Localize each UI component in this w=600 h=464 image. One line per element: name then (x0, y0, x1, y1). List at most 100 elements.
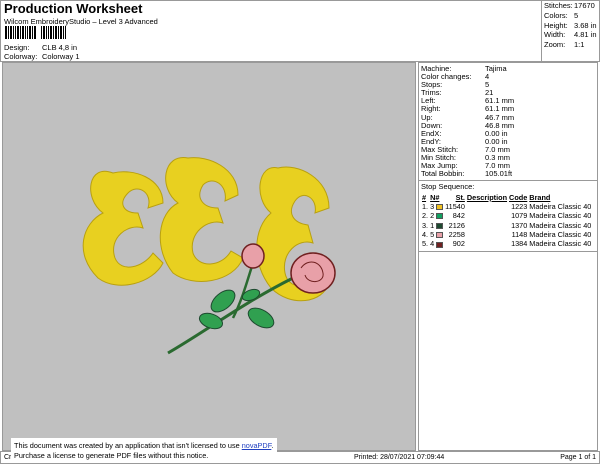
thread-code: 1384 (511, 239, 528, 249)
stop-sequence-title: Stop Sequence: (419, 180, 597, 192)
stat-row: Height: 3.68 in (542, 21, 599, 31)
barcode-bar (65, 26, 66, 39)
column-header: N# (430, 192, 440, 202)
stitch-count: 842 (452, 211, 465, 221)
barcode-bar (13, 26, 14, 39)
thread-brand: Madeira Classic 40 (529, 211, 592, 221)
properties-list: Machine: Tajima Color changes: 4 Stops: 5 Trim… (419, 63, 597, 178)
description (466, 239, 508, 248)
stop-sequence-table: # N# St. Description Code Brand 1. 3 11540 1223 M… (421, 192, 592, 249)
stitch-count: 11540 (445, 201, 465, 211)
description (466, 230, 508, 239)
barcode-bar (25, 26, 26, 39)
barcode-bar (41, 26, 42, 39)
stat-value: 4.81 in (574, 30, 597, 40)
stat-row: Zoom: 1:1 (542, 40, 599, 50)
stat-row: Stitches: 17670 (542, 1, 599, 11)
barcode-bar (55, 26, 57, 39)
barcode (5, 26, 95, 40)
color-swatch (436, 213, 444, 220)
property-label: Total Bobbin: (421, 169, 465, 179)
barcode-bar (37, 26, 40, 39)
stat-label: Zoom: (544, 40, 566, 50)
barcode-bar (27, 26, 28, 39)
column-header: Description (466, 192, 508, 202)
row-number: 5. (422, 239, 429, 249)
barcode-bar (32, 26, 33, 39)
barcode-bar (29, 26, 31, 39)
table-row[interactable]: 4. 5 2258 1148 Madeira Classic 40 (421, 230, 592, 239)
property-row: Stops: 5 (419, 81, 597, 89)
design-label: Design: (4, 43, 30, 52)
description (466, 220, 508, 229)
barcode-bar (43, 26, 45, 39)
description (466, 202, 508, 211)
property-row: Down: 46.8 mm (419, 121, 597, 130)
software-name: Wilcom EmbroideryStudio – Level 3 Advanc… (4, 17, 158, 26)
printed-date: Printed: 28/07/2021 07:09:44 (354, 454, 445, 461)
stat-value: 5 (574, 10, 579, 20)
stitch-count: 2258 (448, 230, 465, 240)
notice-text-2: Purchase a license to generate PDF files… (14, 450, 209, 460)
notice-text: This document was created by an applicat… (14, 441, 242, 450)
colorway-row: Colorway: Colorway 1 (4, 52, 80, 61)
stat-label: Colors: (544, 10, 568, 20)
stat-label: Height: (544, 20, 568, 30)
column-header: St. (455, 192, 465, 202)
color-swatch (436, 232, 444, 239)
table-row[interactable]: 1. 3 11540 1223 Madeira Classic 40 (421, 202, 592, 211)
design-row: Design: CLB 4,8 in (4, 43, 77, 52)
barcode-bar (17, 26, 19, 39)
column-header: # (422, 192, 427, 202)
thread-brand: Madeira Classic 40 (529, 201, 592, 211)
thread-brand: Madeira Classic 40 (529, 239, 592, 249)
barcode-bar (10, 26, 12, 39)
color-swatch (436, 222, 444, 229)
table-row[interactable]: 2. 2 842 1079 Madeira Classic 40 (421, 211, 592, 220)
stat-row: Width: 4.81 in (542, 30, 599, 40)
row-number: 4. (422, 230, 429, 240)
thread-brand: Madeira Classic 40 (529, 220, 592, 230)
thread-brand: Madeira Classic 40 (529, 230, 592, 240)
row-number: 2. (422, 211, 429, 221)
barcode-bar (5, 26, 7, 39)
license-notice: This document was created by an applicat… (11, 438, 277, 463)
colorway-value: Colorway 1 (42, 52, 80, 61)
embroidery-design (82, 157, 336, 355)
properties-panel: Machine: Tajima Color changes: 4 Stops: 5 Trim… (418, 62, 598, 451)
notice-period: . (271, 441, 274, 450)
barcode-bar (22, 26, 24, 39)
barcode-bar (20, 26, 21, 39)
column-header: Code (509, 192, 528, 202)
stat-label: Stitches: (544, 1, 573, 10)
thread-code: 1148 (511, 230, 528, 240)
thread-code: 1370 (511, 220, 528, 230)
description (466, 211, 508, 220)
barcode-bar (48, 26, 49, 39)
page-title: Production Worksheet (4, 1, 143, 16)
stitch-count: 902 (452, 239, 465, 249)
property-row: EndX: 0.00 in (419, 129, 597, 138)
table-row[interactable]: 5. 4 902 1384 Madeira Classic 40 (421, 239, 592, 248)
barcode-bar (63, 26, 64, 39)
stat-value: 1:1 (574, 40, 585, 50)
barcode-bar (34, 26, 36, 39)
stat-label: Width: (544, 30, 566, 40)
thread-code: 1079 (511, 211, 528, 221)
row-number: 1. (422, 201, 429, 211)
stats-box: Stitches: 17670 Colors: 5 Height: 3.68 in Widt… (541, 1, 599, 61)
barcode-bar (53, 26, 54, 39)
column-header: Brand (529, 192, 551, 202)
barcode-bar (58, 26, 59, 39)
barcode-bar (15, 26, 16, 39)
stat-value: 17670 (574, 1, 595, 10)
property-value: 105.01ft (485, 169, 513, 179)
stat-row: Colors: 5 (542, 11, 599, 21)
row-number: 3. (422, 220, 429, 230)
barcode-bar (8, 26, 9, 39)
stitch-count: 2126 (448, 220, 465, 230)
divider (419, 250, 597, 252)
design-preview (2, 62, 416, 451)
table-row[interactable]: 3. 1 2126 1370 Madeira Classic 40 (421, 220, 592, 230)
novapdf-link[interactable]: novaPDF (242, 441, 272, 450)
